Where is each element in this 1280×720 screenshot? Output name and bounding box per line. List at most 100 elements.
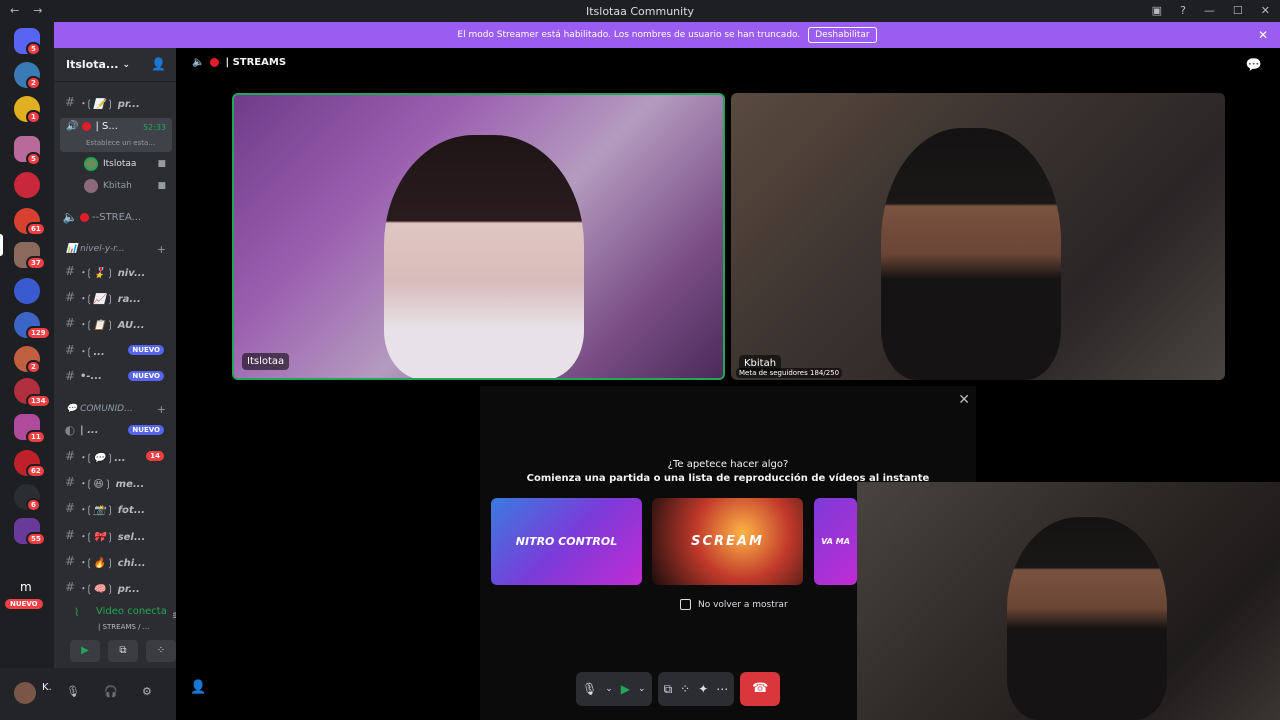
add-user-icon[interactable]: 👤 xyxy=(190,680,206,695)
channel-name: ･❲🎖️❳ niv... xyxy=(80,267,146,279)
participant-video xyxy=(1007,517,1167,720)
username[interactable]: K. xyxy=(42,682,52,693)
action-group: ⧉ ⁘ ✦ ⋯ xyxy=(657,672,735,706)
invite-icon[interactable]: 👤 xyxy=(151,57,166,71)
hash-icon: # xyxy=(64,95,76,109)
user-panel: K. 🎙 🎧 ⚙ xyxy=(0,668,176,720)
picture-in-picture-video xyxy=(857,482,1280,720)
chevron-down-icon[interactable]: ⌄ xyxy=(638,684,646,694)
active-voice-channel[interactable]: 🔊 | S... 52:33 Establece un esta... xyxy=(60,118,172,152)
signal-icon[interactable]: ⌇ xyxy=(74,606,79,619)
voice-user[interactable]: Kbitah ■ xyxy=(84,177,172,195)
channel-name: --STREA... xyxy=(92,211,142,223)
checkbox-label: No volver a mostrar xyxy=(698,599,788,610)
channel-item[interactable]: # ･❲🧠❳ pr... xyxy=(60,576,172,598)
hash-icon: # xyxy=(64,369,76,383)
category-header[interactable]: 💬 COMUNID... + xyxy=(66,403,172,416)
window-controls: ▣ ? — ☐ ✕ xyxy=(1152,4,1270,17)
forum-channel-item[interactable]: ◐ | ... NUEVO xyxy=(60,419,172,441)
voice-status-text[interactable]: Video conecta xyxy=(96,606,167,617)
live-dot xyxy=(80,212,89,222)
channel-item[interactable]: # ･❲🔥❳ chi... xyxy=(60,550,172,572)
voice-channel-item[interactable]: 🔈 --STREA... xyxy=(60,206,172,228)
add-channel-icon[interactable]: + xyxy=(157,243,166,256)
chevron-down-icon: ⌄ xyxy=(122,59,130,70)
activity-card[interactable]: NITRO CONTROL xyxy=(491,498,642,585)
avatar xyxy=(84,179,98,193)
more-button[interactable]: ⋯ xyxy=(716,682,728,696)
hash-icon: # xyxy=(64,554,76,568)
avatar[interactable] xyxy=(14,682,36,704)
voice-user[interactable]: Itslotaa ■ xyxy=(84,155,172,173)
server-icon[interactable] xyxy=(14,278,40,304)
title-bar: ← → Itslotaa Community ▣ ? — ☐ ✕ xyxy=(0,0,1280,22)
help-icon[interactable]: ? xyxy=(1180,4,1186,17)
share-screen-button[interactable]: ⧉ xyxy=(108,640,138,662)
headset-icon[interactable]: 🎧 xyxy=(104,685,118,698)
forum-icon: ◐ xyxy=(64,423,76,437)
channel-item[interactable]: # ･❲📋❳ AU... xyxy=(60,312,172,334)
channel-title: | STREAMS xyxy=(225,57,287,68)
server-badge: 134 xyxy=(26,394,51,408)
channel-name: ･❲🧠❳ pr... xyxy=(80,583,140,595)
channel-item[interactable]: # •-... NUEVO xyxy=(60,365,172,387)
speaker-icon: 🔊 xyxy=(66,121,79,132)
dont-show-again[interactable]: No volver a mostrar xyxy=(680,599,788,610)
voice-channel-path[interactable]: | STREAMS / ... xyxy=(98,623,149,631)
server-icon[interactable] xyxy=(14,172,40,198)
category-name: 💬 COMUNID... xyxy=(66,404,133,414)
disable-streamer-button[interactable]: Deshabilitar xyxy=(808,27,877,43)
minimize-button[interactable]: — xyxy=(1204,4,1215,17)
close-icon[interactable]: ✕ xyxy=(1258,28,1268,42)
voice-timer: 52:33 xyxy=(142,123,166,132)
voice-user-name: Itslotaa xyxy=(103,159,137,169)
inbox-icon[interactable]: ▣ xyxy=(1152,4,1162,17)
hash-icon: # xyxy=(64,449,76,463)
channel-name: ･❲💬❳... xyxy=(80,452,126,464)
channel-item[interactable]: # ･❲💬❳... 14 xyxy=(60,445,172,467)
add-channel-icon[interactable]: + xyxy=(157,403,166,416)
hash-icon: # xyxy=(64,501,76,515)
maximize-button[interactable]: ☐ xyxy=(1233,4,1243,17)
close-button[interactable]: ✕ xyxy=(1261,4,1270,17)
chevron-down-icon[interactable]: ⌄ xyxy=(605,684,613,694)
video-tile[interactable]: Kbitah Meta de seguidores 184/250 xyxy=(731,93,1225,380)
channel-item[interactable]: # ･❲🎖️❳ niv... xyxy=(60,260,172,282)
avatar xyxy=(84,157,98,171)
activities-button[interactable]: ⁘ xyxy=(146,640,176,662)
server-badge: 1 xyxy=(26,110,41,124)
channel-name: ･❲🔥❳ chi... xyxy=(80,557,146,569)
mic-icon[interactable]: 🎙 xyxy=(66,685,80,698)
leave-call-button[interactable]: ☎ xyxy=(740,672,781,706)
server-letter[interactable]: m xyxy=(20,580,32,594)
channel-item[interactable]: # ･❲📸❳ fot... xyxy=(60,497,172,519)
channel-name: ･❲😆❳ me... xyxy=(80,478,145,490)
channel-item[interactable]: # ･❲🎀❳ sel... xyxy=(60,524,172,546)
gear-icon[interactable]: ⚙ xyxy=(142,685,152,698)
activities-button[interactable]: ⁘ xyxy=(680,682,690,696)
speaker-icon: 🔈 xyxy=(62,210,78,224)
voice-status[interactable]: Establece un esta... xyxy=(86,139,155,147)
channel-item[interactable]: # ･❲📈❳ ra... xyxy=(60,286,172,308)
channel-name: ･❲📝❳ pr... xyxy=(80,98,140,110)
channel-item[interactable]: # ･❲😆❳ me... xyxy=(60,471,172,493)
activity-card[interactable]: VA MA xyxy=(814,498,857,585)
close-icon[interactable]: ✕ xyxy=(958,392,970,408)
channel-item[interactable]: # ･❲... NUEVO xyxy=(60,339,172,361)
video-tile[interactable]: Itslotaa xyxy=(232,93,725,380)
activity-question: ¿Te apetece hacer algo? xyxy=(667,459,789,470)
hash-icon: # xyxy=(64,475,76,489)
share-screen-button[interactable]: ⧉ xyxy=(664,682,673,697)
chat-icon[interactable]: 💬 xyxy=(1246,58,1262,73)
hash-icon: # xyxy=(64,343,76,357)
camera-button[interactable]: ▶ xyxy=(621,682,630,696)
activity-card[interactable]: SCREAM xyxy=(652,498,803,585)
category-header[interactable]: 📊 nivel-y-r... + xyxy=(66,243,172,256)
channel-item[interactable]: # ･❲📝❳ pr... xyxy=(60,91,172,113)
server-header[interactable]: Itslota... ⌄ 👤 xyxy=(54,48,176,82)
checkbox[interactable] xyxy=(680,599,691,610)
soundboard-button[interactable]: ✦ xyxy=(698,682,708,696)
camera-toggle-button[interactable]: ▶ xyxy=(70,640,100,662)
hash-icon: # xyxy=(64,316,76,330)
mic-button[interactable]: 🎙 xyxy=(582,682,597,696)
